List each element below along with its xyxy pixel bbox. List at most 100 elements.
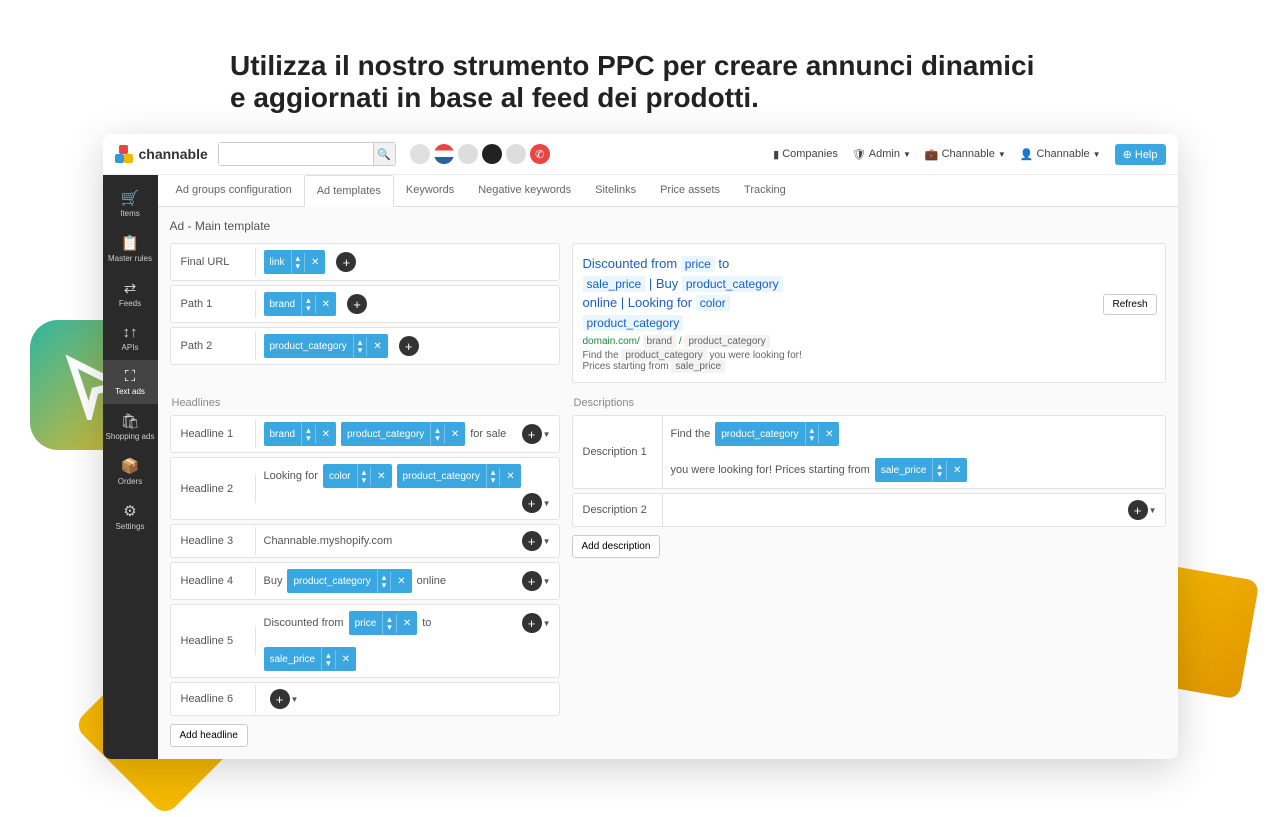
sidebar-icon: ⚙ [105,502,156,520]
add-field-button[interactable]: + [522,531,542,551]
sidebar-item-text-ads[interactable]: ⛶Text ads [103,360,158,404]
sidebar-item-feeds[interactable]: ⇄Feeds [103,271,158,316]
remove-tag-icon[interactable]: ✕ [366,337,387,356]
admin-menu[interactable]: 🛡 Admin ▼ [852,148,911,161]
preview-token: product_category [583,315,684,331]
section-title: Ad - Main template [170,219,1166,233]
user-menu[interactable]: 👤 Channable ▼ [1020,148,1101,161]
field-tag[interactable]: link▴▾✕ [264,250,326,274]
sidebar: 🛒Items📋Master rules⇄Feeds↕↑APIs⛶Text ads… [103,175,158,759]
headline-row-1: Headline 1 brand▴▾✕ product_category▴▾✕ … [170,415,560,453]
sidebar-icon: ⇄ [105,279,156,297]
field-tag[interactable]: product_category▴▾✕ [397,464,521,488]
field-tag[interactable]: price▴▾✕ [349,611,418,635]
remove-tag-icon[interactable]: ✕ [304,253,325,272]
add-field-button[interactable]: + [522,493,542,513]
description-row-1: Description 1 Find the product_category▴… [572,415,1166,489]
search-button[interactable]: 🔍 [373,143,395,165]
sidebar-item-apis[interactable]: ↕↑APIs [103,316,158,360]
field-tag[interactable]: product_category▴▾✕ [715,422,839,446]
descriptions-title: Descriptions [574,397,1166,409]
topbar: channable 🔍 ✆ ▮ Companies 🛡 Admin ▼ 💼 Ch… [103,134,1178,175]
add-field-button[interactable]: + [336,252,356,272]
tab-ad-templates[interactable]: Ad templates [304,175,394,207]
sidebar-item-settings[interactable]: ⚙Settings [103,494,158,539]
sidebar-icon: ↕↑ [105,324,156,341]
remove-tag-icon[interactable]: ✕ [315,425,336,444]
grey-dot-icon [410,144,430,164]
preview-token: color [696,295,730,311]
headline-row-3: Headline 3 Channable.myshopify.com +▼ [170,524,560,558]
search-box: 🔍 [218,142,396,166]
headline-row-2: Headline 2 Looking for color▴▾✕ product_… [170,457,560,520]
add-field-button[interactable]: + [522,613,542,633]
sort-icon[interactable]: ▴▾ [430,422,444,446]
sidebar-icon: 📦 [105,457,156,475]
headline-row-4: Headline 4 Buy product_category▴▾✕ onlin… [170,562,560,600]
description-row-2: Description 2 +▼ [572,493,1166,527]
preview-token: price [681,256,715,272]
black-dot-icon [482,144,502,164]
tab-sitelinks[interactable]: Sitelinks [583,175,648,206]
add-description-button[interactable]: Add description [572,535,661,558]
preview-token: product_category [682,276,783,292]
brand-logo[interactable]: channable [115,145,208,163]
url-row: Path 1brand▴▾✕+ [170,285,560,323]
field-tag[interactable]: brand▴▾✕ [264,422,337,446]
remove-tag-icon[interactable]: ✕ [444,425,465,444]
tab-tracking[interactable]: Tracking [732,175,798,206]
sidebar-item-master-rules[interactable]: 📋Master rules [103,226,158,271]
grey-dot-icon [506,144,526,164]
field-tag[interactable]: product_category▴▾✕ [287,569,411,593]
add-field-button[interactable]: + [522,571,542,591]
add-field-button[interactable]: + [270,689,290,709]
preview-description: Find the product_category you were looki… [583,350,1155,372]
sidebar-icon: 🛒 [105,189,156,207]
help-button[interactable]: ⊕ Help [1115,144,1166,165]
sort-icon[interactable]: ▴▾ [291,250,305,274]
status-dots: ✆ [410,144,550,164]
add-field-button[interactable]: + [1128,500,1148,520]
preview-url: domain.com/ brand / product_category [583,336,1155,347]
app-window: channable 🔍 ✆ ▮ Companies 🛡 Admin ▼ 💼 Ch… [103,134,1178,759]
field-tag[interactable]: brand▴▾✕ [264,292,337,316]
field-tag[interactable]: sale_price▴▾✕ [875,458,968,482]
tabs: Ad groups configurationAd templatesKeywo… [158,175,1178,207]
headline-row-6: Headline 6 +▼ [170,682,560,716]
sidebar-item-orders[interactable]: 📦Orders [103,449,158,494]
preview-headline: Discounted from price to sale_price | Bu… [583,254,1155,332]
field-tag[interactable]: product_category▴▾✕ [341,422,465,446]
headlines-title: Headlines [172,397,560,409]
url-row: Final URLlink▴▾✕+ [170,243,560,281]
phone-icon[interactable]: ✆ [530,144,550,164]
hero-title: Utilizza il nostro strumento PPC per cre… [230,50,1050,114]
org-menu[interactable]: 💼 Channable ▼ [925,148,1006,161]
field-tag[interactable]: product_category▴▾✕ [264,334,388,358]
sort-icon[interactable]: ▴▾ [301,422,315,446]
headline-row-5: Headline 5 Discounted from price▴▾✕ to +… [170,604,560,678]
tab-ad-groups-configuration[interactable]: Ad groups configuration [164,175,304,206]
flag-nl-icon[interactable] [434,144,454,164]
add-headline-button[interactable]: Add headline [170,724,248,747]
search-input[interactable] [219,143,373,165]
companies-link[interactable]: ▮ Companies [773,148,838,161]
preview-token: sale_price [583,276,646,292]
add-field-button[interactable]: + [399,336,419,356]
sort-icon[interactable]: ▴▾ [301,292,315,316]
sort-icon[interactable]: ▴▾ [353,334,367,358]
remove-tag-icon[interactable]: ✕ [315,295,336,314]
add-field-button[interactable]: + [522,424,542,444]
tab-negative-keywords[interactable]: Negative keywords [466,175,583,206]
refresh-button[interactable]: Refresh [1103,294,1156,315]
sidebar-item-items[interactable]: 🛒Items [103,181,158,226]
brand-name: channable [139,146,208,162]
field-tag[interactable]: sale_price▴▾✕ [264,647,357,671]
add-field-button[interactable]: + [347,294,367,314]
tab-price-assets[interactable]: Price assets [648,175,732,206]
chevron-down-icon[interactable]: ▼ [543,430,551,439]
sidebar-icon: ⛶ [105,368,156,385]
ad-preview: Refresh Discounted from price to sale_pr… [572,243,1166,383]
tab-keywords[interactable]: Keywords [394,175,466,206]
sidebar-item-shopping-ads[interactable]: 🛍Shopping ads [103,404,158,449]
field-tag[interactable]: color▴▾✕ [323,464,392,488]
